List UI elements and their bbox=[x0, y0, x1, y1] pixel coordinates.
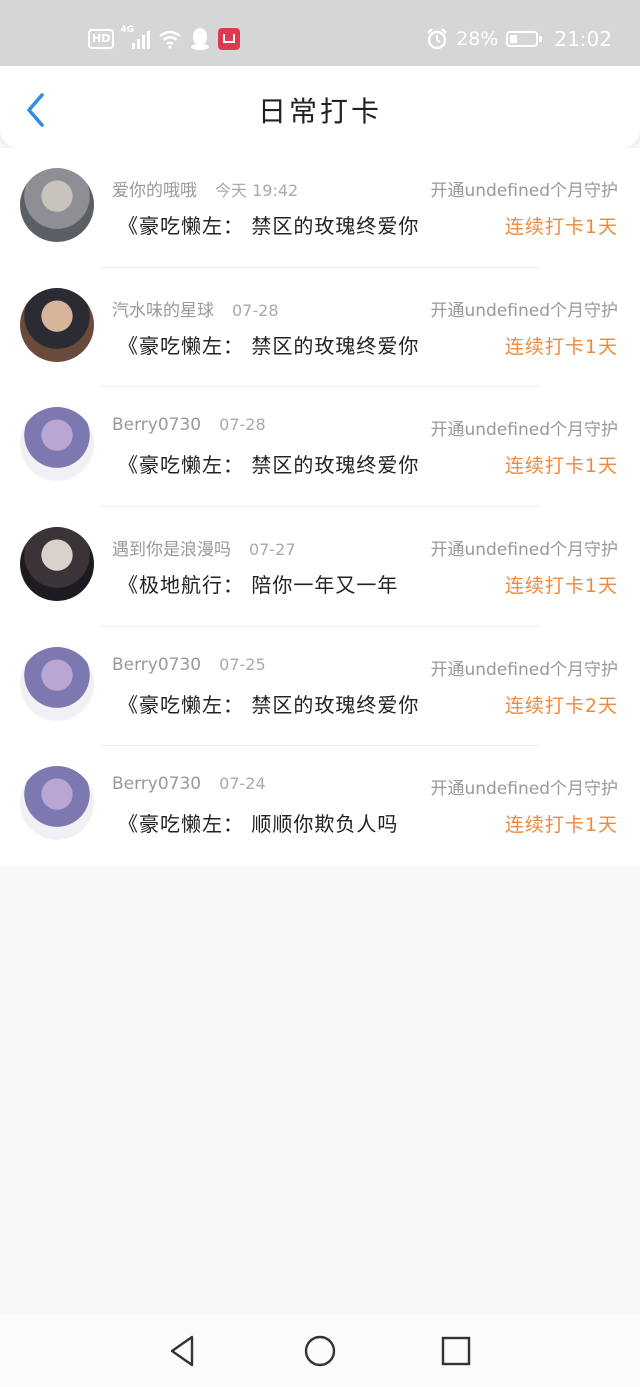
list-item[interactable]: Berry0730 07-24 开通undefined个月守护 《豪吃懒左： 顺顺… bbox=[0, 746, 640, 866]
checkin-text: 《豪吃懒左： 禁区的玫瑰终爱你 bbox=[118, 214, 420, 238]
wifi-icon bbox=[159, 30, 182, 49]
streak-label: 连续打卡2天 bbox=[504, 694, 618, 717]
page-title: 日常打卡 bbox=[257, 95, 382, 128]
list-item[interactable]: Berry0730 07-25 开通undefined个月守护 《豪吃懒左： 禁区… bbox=[0, 627, 640, 747]
streak-label: 连续打卡1天 bbox=[504, 216, 618, 238]
post-time: 07-28 bbox=[219, 415, 266, 435]
checkin-text: 《豪吃懒左： 禁区的玫瑰终爱你 bbox=[118, 333, 420, 358]
checkin-text: 《豪吃懒左： 禁区的玫瑰终爱你 bbox=[118, 692, 420, 717]
streak-label: 连续打卡1天 bbox=[504, 455, 618, 478]
system-nav-bar bbox=[0, 1314, 640, 1387]
list-item[interactable]: 汽水味的星球 07-28 开通undefined个月守护 《豪吃懒左： 禁区的玫瑰… bbox=[0, 268, 640, 388]
avatar[interactable] bbox=[20, 287, 94, 362]
streak-label: 连续打卡1天 bbox=[504, 814, 618, 837]
avatar[interactable] bbox=[20, 527, 94, 602]
list-item[interactable]: 遇到你是浪漫吗 07-27 开通undefined个月守护 《极地航行： 陪你一年… bbox=[0, 507, 640, 627]
user-name: Berry0730 bbox=[112, 415, 202, 436]
avatar[interactable] bbox=[20, 646, 94, 721]
checkin-list: 爱你的哦哦 今天 19:42 开通undefined个月守护 《豪吃懒左： 禁区的… bbox=[0, 148, 640, 867]
guard-promo-link[interactable]: 开通undefined个月守护 bbox=[430, 296, 618, 321]
user-name: Berry0730 bbox=[112, 774, 202, 795]
streak-label: 连续打卡1天 bbox=[504, 575, 618, 598]
post-time: 07-27 bbox=[249, 540, 296, 560]
nav-home-button[interactable] bbox=[303, 1334, 337, 1368]
checkin-text: 《极地航行： 陪你一年又一年 bbox=[118, 573, 399, 598]
triangle-back-icon bbox=[170, 1335, 194, 1367]
guard-promo-link[interactable]: 开通undefined个月守护 bbox=[430, 176, 618, 201]
app-header: 日常打卡 bbox=[0, 66, 640, 148]
nav-back-button[interactable] bbox=[166, 1334, 200, 1368]
reader-app-icon bbox=[218, 28, 241, 50]
circle-home-icon bbox=[304, 1335, 336, 1367]
clock: 21:02 bbox=[554, 27, 612, 51]
user-name: 遇到你是浪漫吗 bbox=[112, 540, 231, 561]
post-time: 07-25 bbox=[219, 654, 266, 674]
battery-percent: 28% bbox=[456, 28, 499, 50]
guard-promo-link[interactable]: 开通undefined个月守护 bbox=[430, 535, 618, 560]
hd-icon: HD bbox=[88, 29, 115, 49]
guard-promo-link[interactable]: 开通undefined个月守护 bbox=[430, 655, 618, 680]
list-item[interactable]: Berry0730 07-28 开通undefined个月守护 《豪吃懒左： 禁区… bbox=[0, 387, 640, 507]
avatar[interactable] bbox=[20, 168, 94, 242]
checkin-text: 《豪吃懒左： 顺顺你欺负人吗 bbox=[118, 812, 399, 837]
post-time: 今天 19:42 bbox=[215, 181, 299, 200]
checkin-text: 《豪吃懒左： 禁区的玫瑰终爱你 bbox=[118, 453, 420, 478]
cellular-signal-icon: 4G bbox=[120, 25, 151, 49]
square-recents-icon bbox=[441, 1336, 471, 1366]
avatar[interactable] bbox=[20, 766, 94, 841]
post-time: 07-24 bbox=[219, 774, 266, 794]
battery-icon bbox=[506, 31, 543, 47]
guard-promo-link[interactable]: 开通undefined个月守护 bbox=[430, 415, 618, 440]
status-bar: HD 4G 28% 21:02 bbox=[0, 0, 640, 66]
nav-recents-button[interactable] bbox=[439, 1334, 473, 1368]
user-name: 爱你的哦哦 bbox=[112, 181, 197, 201]
user-name: Berry0730 bbox=[112, 654, 202, 675]
user-name: 汽水味的星球 bbox=[112, 300, 214, 321]
streak-label: 连续打卡1天 bbox=[504, 335, 618, 358]
guard-promo-link[interactable]: 开通undefined个月守护 bbox=[430, 774, 618, 799]
list-item[interactable]: 爱你的哦哦 今天 19:42 开通undefined个月守护 《豪吃懒左： 禁区的… bbox=[0, 148, 640, 268]
avatar[interactable] bbox=[20, 407, 94, 482]
alarm-icon bbox=[427, 28, 447, 50]
post-time: 07-28 bbox=[232, 300, 279, 320]
qq-icon bbox=[191, 28, 210, 50]
